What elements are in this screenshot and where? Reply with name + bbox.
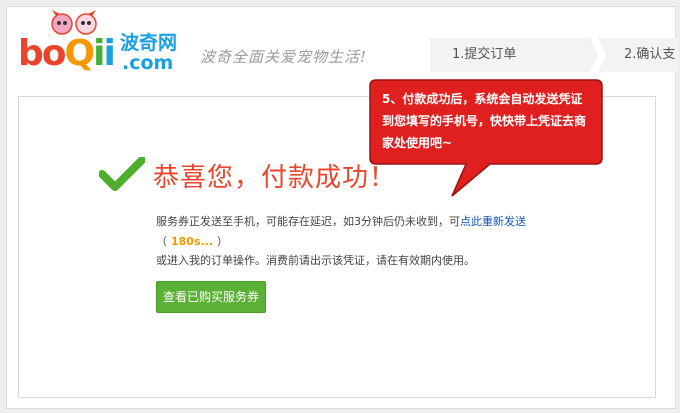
usage-notice: 或进入我的订单操作。消费前请出示该凭证，请在有效期内使用。 — [156, 254, 475, 267]
logo-chinese-name: 波奇网 — [120, 32, 178, 54]
step-divider-arrow-icon — [590, 38, 606, 72]
logo-wordmark: boQii — [18, 33, 116, 74]
slogan: 波奇全面关爱宠物生活! — [200, 48, 368, 66]
step-label: 1.提交订单 — [452, 47, 517, 62]
success-title: 恭喜您，付款成功！ — [153, 163, 397, 193]
checkmark-icon — [99, 157, 145, 191]
sms-notice: 服务券正发送至手机，可能存在延迟，如3分钟后仍未收到，可点此重新发送 — [156, 215, 526, 228]
step-label: 2.确认支 — [624, 47, 676, 62]
boqii-logo[interactable]: boQii 波奇网 .com — [16, 8, 186, 78]
callout-text: 5、付款成功后，系统会自动发送凭证到您填写的手机号，快快带上凭证去商家处使用吧~ — [382, 92, 587, 150]
logo-domain: .com — [122, 52, 174, 74]
countdown-timer: 180s... — [171, 235, 214, 248]
order-steps: 1.提交订单 2.确认支 — [430, 38, 678, 72]
step-confirm-pay: 2.确认支 — [598, 38, 678, 72]
countdown-row: （180s...） — [156, 235, 229, 248]
resend-link[interactable]: 点此重新发送 — [460, 215, 526, 228]
step-submit-order: 1.提交订单 — [430, 38, 598, 72]
view-vouchers-button[interactable]: 查看已购买服务券 — [156, 281, 266, 313]
